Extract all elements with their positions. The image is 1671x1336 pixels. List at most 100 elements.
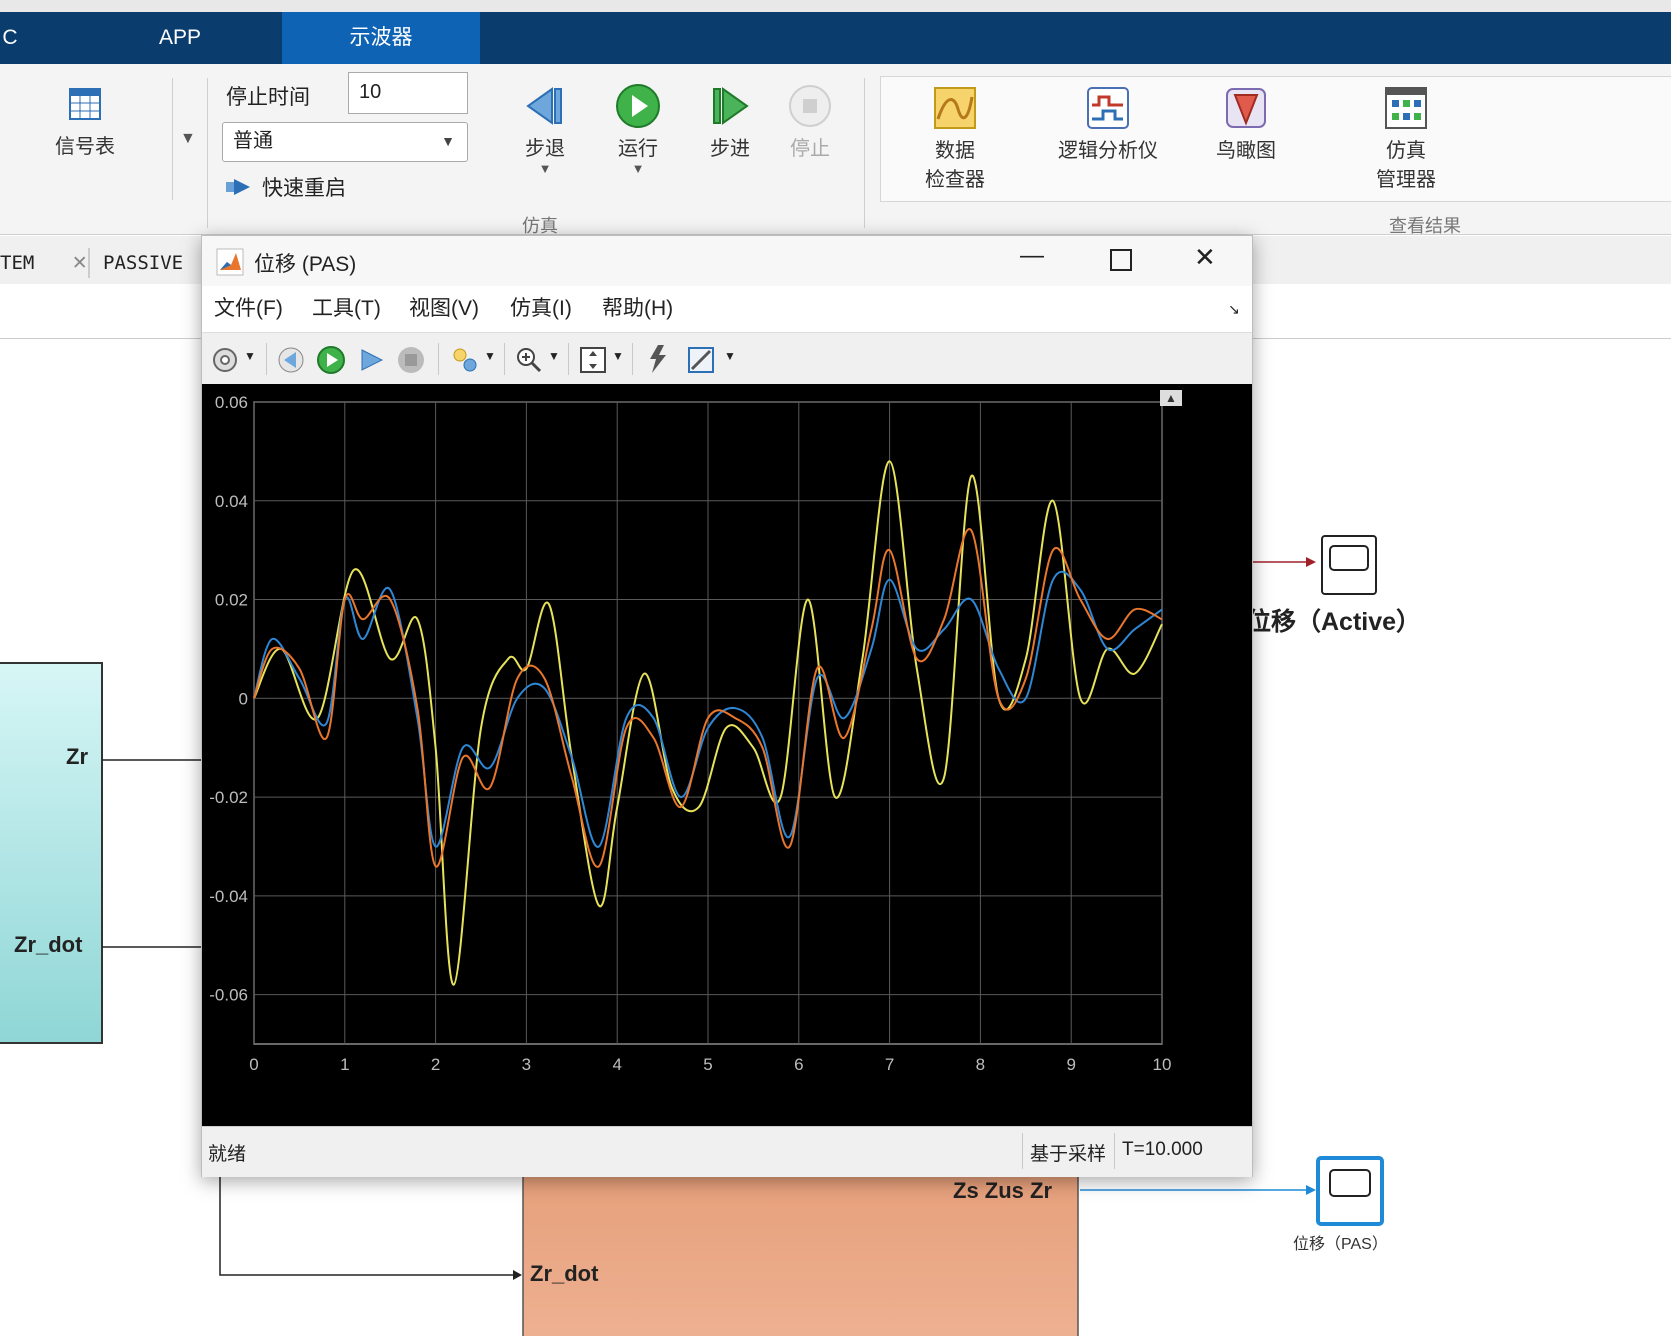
menu-tools[interactable]: 工具(T) <box>312 286 381 332</box>
x-tick-label: 9 <box>1066 1055 1075 1074</box>
birds-eye-button[interactable]: 鸟瞰图 <box>1196 82 1296 163</box>
y-tick-label: 0.04 <box>215 492 248 511</box>
run-icon[interactable] <box>316 345 346 380</box>
chevron-down-icon[interactable]: ▼ <box>244 349 256 363</box>
run-label: 运行 <box>618 138 658 160</box>
scope-active-label[interactable]: 位移（Active） <box>1246 602 1421 638</box>
chevron-down-icon[interactable]: ▼ <box>612 349 624 363</box>
menu-help[interactable]: 帮助(H) <box>602 286 673 332</box>
stop-time-input[interactable]: 10 <box>348 72 468 114</box>
scope-window-title: 位移 (PAS) <box>254 253 357 276</box>
review-results-group-label: 查看结果 <box>1389 216 1461 236</box>
logic-analyzer-button[interactable]: 逻辑分析仪 <box>1048 82 1168 163</box>
birds-eye-icon <box>1196 82 1296 134</box>
signal-table-label: 信号表 <box>55 136 115 158</box>
stop-button[interactable]: 停止 <box>770 80 850 161</box>
sim-manager-label-2: 管理器 <box>1376 169 1436 191</box>
scope-toolbar: ▼ ▼ ▼ ▼ ▼ <box>202 332 1252 386</box>
x-tick-label: 7 <box>885 1055 894 1074</box>
triggers-icon[interactable] <box>642 343 672 380</box>
expand-toolbar-icon[interactable]: ▲ <box>1160 390 1182 406</box>
measurements-icon[interactable] <box>686 345 716 380</box>
port-label-input-zr-dot: Zr_dot <box>530 1261 599 1286</box>
signal-table-button[interactable]: 信号表 <box>30 84 140 158</box>
tick-labels: 0 1 2 3 4 5 6 7 8 9 10 0.06 0.04 0.02 0 -0.02 -0.04 -0.06 <box>209 393 1171 1074</box>
run-button[interactable]: 运行 ▼ <box>598 80 678 176</box>
settings-gear-icon[interactable] <box>212 347 238 378</box>
x-tick-label: 1 <box>340 1055 349 1074</box>
chevron-down-icon[interactable]: ▼ <box>548 349 560 363</box>
doc-tab-system[interactable]: TEM ✕ <box>0 244 88 282</box>
y-tick-label: 0.06 <box>215 393 248 412</box>
step-forward-icon[interactable] <box>356 345 386 380</box>
step-back-button[interactable]: 步退 ▼ <box>505 80 585 176</box>
sim-manager-label: 仿真 <box>1386 140 1426 162</box>
fast-restart-icon <box>226 177 256 197</box>
stop-time-label: 停止时间 <box>226 86 310 109</box>
status-sim-time: T=10.000 <box>1122 1139 1203 1160</box>
x-tick-label: 8 <box>976 1055 985 1074</box>
chevron-down-icon: ▼ <box>441 133 455 149</box>
scope-axes[interactable]: 0 1 2 3 4 5 6 7 8 9 10 0.06 0.04 0.02 0 -0.02 -0.04 -0.06 <box>202 384 1252 1126</box>
doc-tab-label: TEM <box>0 252 35 274</box>
sim-manager-button[interactable]: 仿真 管理器 <box>1356 82 1456 192</box>
toolbar-divider <box>504 343 505 375</box>
data-inspector-button[interactable]: 数据 检查器 <box>900 82 1010 192</box>
status-divider <box>1114 1133 1115 1169</box>
undock-icon[interactable]: ↘ <box>1228 286 1240 332</box>
y-tick-label: -0.04 <box>209 887 248 906</box>
chevron-down-icon[interactable]: ▼ <box>724 349 736 363</box>
x-tick-label: 3 <box>522 1055 531 1074</box>
ribbon-tab-app[interactable]: APP <box>110 12 250 64</box>
scope-window: 位移 (PAS) — ✕ 文件(F) 工具(T) 视图(V) 仿真(I) 帮助(… <box>201 235 1253 1177</box>
ribbon-tab-c[interactable]: C <box>0 12 20 64</box>
status-sample-mode: 基于采样 <box>1030 1144 1107 1165</box>
stop-icon[interactable] <box>396 345 426 380</box>
ribbon-divider <box>864 78 865 228</box>
scale-axes-icon[interactable] <box>578 345 608 380</box>
scope-title-bar: 位移 (PAS) — ✕ <box>202 236 1252 286</box>
chevron-down-icon[interactable]: ▼ <box>484 349 496 363</box>
toolbar-divider <box>266 343 267 375</box>
close-icon[interactable]: ✕ <box>72 252 88 274</box>
fast-restart-button[interactable]: 快速重启 <box>226 170 346 204</box>
close-icon[interactable]: ✕ <box>1194 242 1216 273</box>
menu-view[interactable]: 视图(V) <box>409 286 479 332</box>
data-inspector-icon <box>900 82 1010 134</box>
x-tick-label: 4 <box>612 1055 621 1074</box>
simulation-mode-value: 普通 <box>233 130 273 152</box>
menu-simulation[interactable]: 仿真(I) <box>510 286 572 332</box>
step-forward-button[interactable]: 步进 <box>690 80 770 161</box>
port-label-outputs: Zs Zus Zr <box>953 1178 1053 1203</box>
step-back-icon[interactable] <box>276 345 306 380</box>
y-tick-label: 0 <box>239 689 248 708</box>
toolbar-divider <box>568 343 569 375</box>
minimize-icon[interactable]: — <box>1020 242 1044 270</box>
sim-manager-icon <box>1356 82 1456 134</box>
scope-plot-area[interactable]: 0 1 2 3 4 5 6 7 8 9 10 0.06 0.04 0.02 0 -0.02 -0.04 -0.06… <box>202 384 1252 1126</box>
data-inspector-label: 数据 <box>935 140 975 162</box>
step-forward-label: 步进 <box>710 138 750 160</box>
table-icon <box>30 84 140 124</box>
scope-menu-bar: 文件(F) 工具(T) 视图(V) 仿真(I) 帮助(H) ↘ <box>202 286 1252 332</box>
logic-analyzer-label: 逻辑分析仪 <box>1058 140 1158 162</box>
scope-pas-label[interactable]: 位移（PAS） <box>1293 1230 1388 1254</box>
chevron-down-icon[interactable]: ▼ <box>180 130 196 148</box>
x-tick-label: 0 <box>249 1055 258 1074</box>
maximize-icon[interactable] <box>1110 249 1132 271</box>
ribbon-tab-scope[interactable]: 示波器 <box>282 12 480 64</box>
matlab-logo-icon <box>216 248 244 276</box>
birds-eye-label: 鸟瞰图 <box>1216 140 1276 162</box>
highlight-signal-icon[interactable] <box>450 345 480 380</box>
menu-file[interactable]: 文件(F) <box>214 286 283 332</box>
doc-tab-passive[interactable]: PASSIVE <box>103 244 183 282</box>
step-forward-icon <box>690 80 770 132</box>
fast-restart-label: 快速重启 <box>262 177 346 200</box>
toolbar-divider <box>438 343 439 375</box>
chevron-down-icon[interactable]: ▼ <box>598 161 678 176</box>
x-tick-label: 5 <box>703 1055 712 1074</box>
simulation-mode-select[interactable]: 普通 ▼ <box>222 122 468 162</box>
chevron-down-icon[interactable]: ▼ <box>505 161 585 176</box>
ribbon-divider <box>207 78 208 228</box>
zoom-in-icon[interactable] <box>514 345 544 380</box>
